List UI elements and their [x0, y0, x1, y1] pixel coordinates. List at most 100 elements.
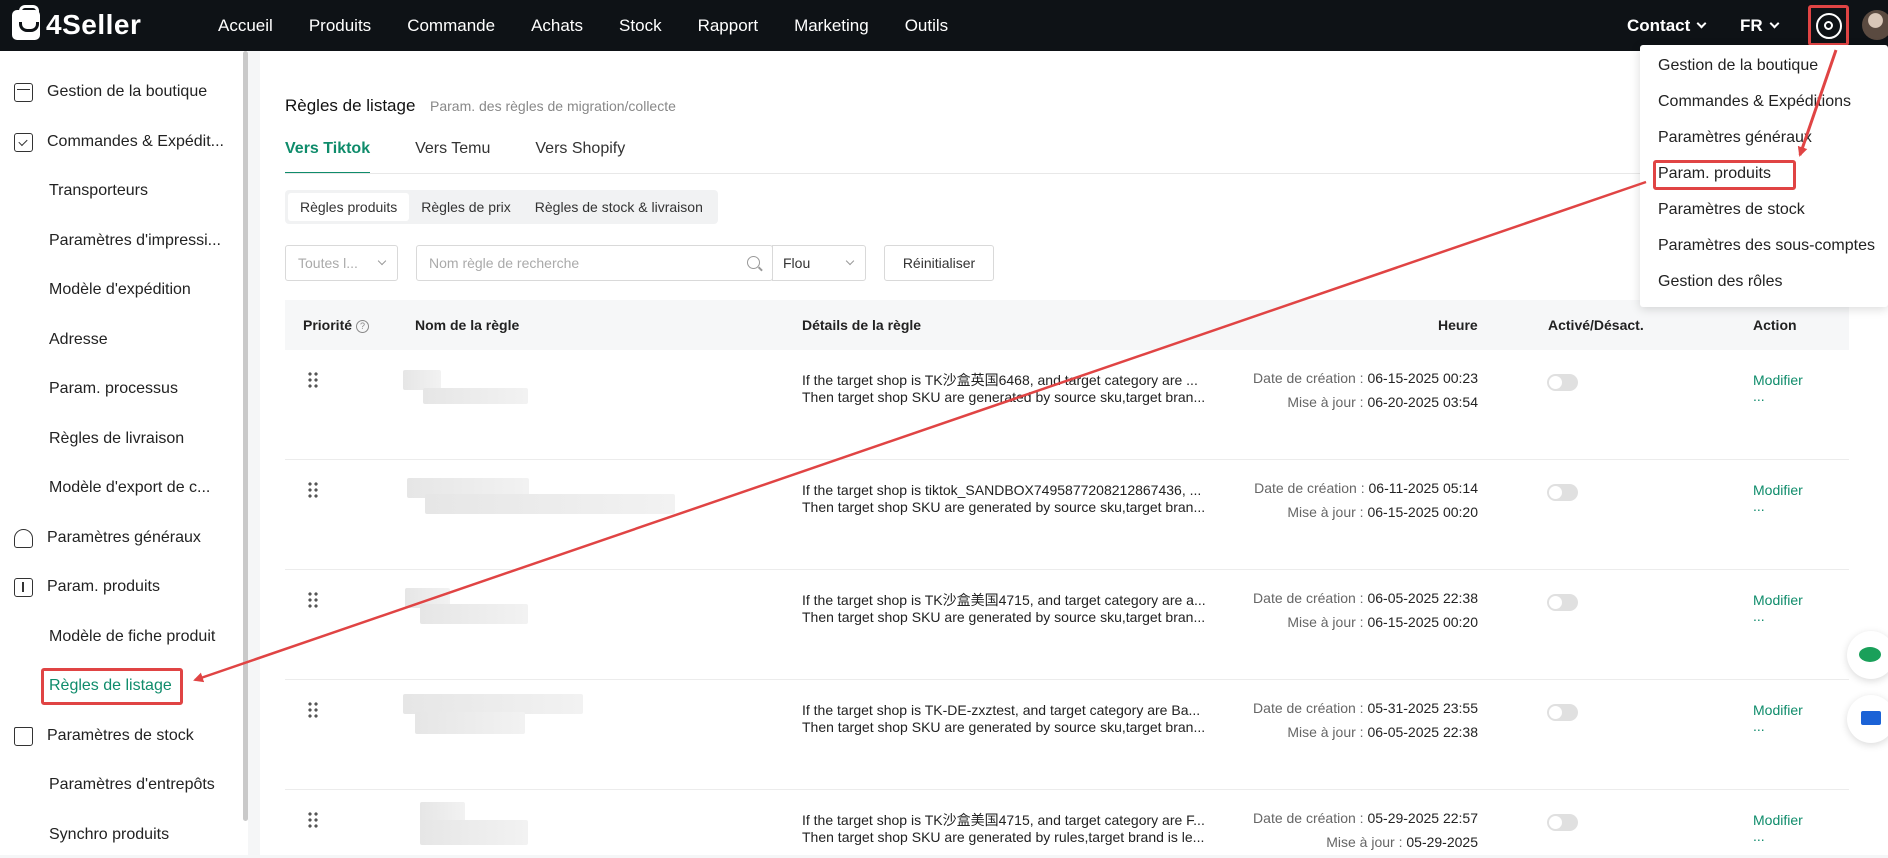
nav-rapport[interactable]: Rapport — [698, 16, 758, 36]
shop-select[interactable]: Toutes l... — [285, 245, 398, 281]
tabs-divider — [285, 173, 1870, 174]
enable-toggle[interactable] — [1547, 704, 1578, 721]
edit-link[interactable]: Modifier — [1753, 592, 1803, 608]
more-actions-link[interactable]: ... — [1753, 718, 1803, 734]
dropdown-item-parametres-stock[interactable]: Paramètres de stock — [1658, 201, 1805, 219]
more-actions-link[interactable]: ... — [1753, 498, 1803, 514]
edit-link[interactable]: Modifier — [1753, 812, 1803, 828]
sidebar-item-modele-expedition[interactable]: Modèle d'expédition — [0, 270, 191, 310]
updated-label: Mise à jour : — [1287, 504, 1364, 520]
sidebar-item-impression[interactable]: Paramètres d'impressi... — [0, 221, 221, 261]
sidebar-item-parametres-stock[interactable]: Paramètres de stock — [0, 716, 194, 756]
enable-toggle[interactable] — [1547, 484, 1578, 501]
drag-handle-icon[interactable] — [308, 592, 320, 610]
sidebar-item-label: Gestion de la boutique — [47, 83, 208, 100]
monitor-icon — [1861, 711, 1881, 725]
updated-date: 06-15-2025 00:20 — [1367, 504, 1478, 520]
sidebar-item-label: Transporteurs — [49, 182, 148, 199]
nav-marketing[interactable]: Marketing — [794, 16, 869, 36]
tab-shopify[interactable]: Vers Shopify — [535, 140, 625, 174]
redacted-rule-name — [403, 694, 583, 714]
sidebar-item-label: Synchro produits — [49, 826, 170, 843]
more-actions-link[interactable]: ... — [1753, 828, 1803, 844]
sidebar-item-processus[interactable]: Param. processus — [0, 369, 178, 409]
nav-accueil[interactable]: Accueil — [218, 16, 273, 36]
nav-achats[interactable]: Achats — [531, 16, 583, 36]
dropdown-item-sous-comptes[interactable]: Paramètres des sous-comptes — [1658, 237, 1875, 255]
sidebar-item-param-produits[interactable]: Param. produits — [0, 567, 160, 607]
sidebar-item-parametres-generaux[interactable]: Paramètres généraux — [0, 518, 201, 558]
video-tutorial-button[interactable] — [1847, 695, 1888, 743]
enable-toggle[interactable] — [1547, 594, 1578, 611]
dropdown-item-commandes[interactable]: Commandes & Expéditions — [1658, 93, 1851, 111]
nav-stock[interactable]: Stock — [619, 16, 662, 36]
dropdown-item-gestion-roles[interactable]: Gestion des rôles — [1658, 273, 1783, 291]
sidebar-item-modele-fiche[interactable]: Modèle de fiche produit — [0, 617, 215, 657]
segment-price-rules[interactable]: Règles de prix — [409, 193, 523, 221]
tab-tiktok[interactable]: Vers Tiktok — [285, 140, 371, 174]
sidebar-item-entrepots[interactable]: Paramètres d'entrepôts — [0, 765, 215, 805]
settings-button[interactable] — [1808, 5, 1849, 46]
created-date: 05-31-2025 23:55 — [1367, 700, 1478, 716]
header-action: Action — [1753, 317, 1797, 333]
header-name: Nom de la règle — [415, 317, 520, 333]
nav-produits[interactable]: Produits — [309, 16, 371, 36]
nav-outils[interactable]: Outils — [905, 16, 948, 36]
contact-menu[interactable]: Contact — [1627, 0, 1707, 51]
sidebar-item-commandes[interactable]: Commandes & Expédit... — [0, 122, 224, 162]
drag-handle-icon[interactable] — [308, 372, 320, 390]
language-label: FR — [1740, 15, 1763, 35]
help-icon[interactable]: ? — [356, 320, 370, 333]
header-enabled: Activé/Désact. — [1548, 317, 1644, 333]
enable-toggle[interactable] — [1547, 374, 1578, 391]
stock-icon — [14, 726, 33, 746]
avatar[interactable] — [1862, 10, 1888, 40]
reset-button[interactable]: Réinitialiser — [884, 245, 994, 281]
redacted-rule-name — [423, 388, 528, 404]
sidebar-item-gestion-boutique[interactable]: Gestion de la boutique — [0, 72, 207, 112]
header-priority-label: Priorité — [303, 317, 353, 333]
rule-time: Date de création : 05-29-2025 22:57 Mise… — [1125, 810, 1478, 858]
sidebar-item-label: Règles de livraison — [49, 430, 185, 447]
general-settings-icon — [14, 528, 33, 548]
drag-handle-icon[interactable] — [308, 702, 320, 720]
segment-product-rules[interactable]: Règles produits — [288, 193, 410, 221]
redacted-rule-name — [403, 370, 441, 390]
drag-handle-icon[interactable] — [308, 812, 320, 830]
table-row: If the target shop is TK沙盒美国4715, and ta… — [285, 570, 1849, 680]
enable-toggle[interactable] — [1547, 814, 1578, 831]
sidebar-item-label: Paramètres généraux — [47, 529, 201, 546]
sidebar-item-synchro[interactable]: Synchro produits — [0, 815, 169, 855]
created-label: Date de création : — [1253, 700, 1364, 716]
sidebar-item-transporteurs[interactable]: Transporteurs — [0, 171, 148, 211]
created-date: 06-11-2025 05:14 — [1368, 480, 1479, 496]
sidebar-item-modele-export[interactable]: Modèle d'export de c... — [0, 468, 210, 508]
dropdown-item-parametres-generaux[interactable]: Paramètres généraux — [1658, 129, 1812, 147]
sidebar-item-regles-livraison[interactable]: Règles de livraison — [0, 419, 184, 459]
sidebar-item-label: Param. produits — [47, 578, 160, 595]
search-icon[interactable] — [747, 256, 760, 269]
sidebar-scrollbar[interactable] — [243, 51, 248, 821]
edit-link[interactable]: Modifier — [1753, 482, 1803, 498]
language-menu[interactable]: FR — [1740, 0, 1780, 51]
edit-link[interactable]: Modifier — [1753, 372, 1803, 388]
created-label: Date de création : — [1253, 370, 1364, 386]
dropdown-item-gestion-boutique[interactable]: Gestion de la boutique — [1658, 57, 1818, 75]
redacted-rule-name — [420, 820, 528, 845]
search-input[interactable]: Nom règle de recherche — [416, 245, 773, 281]
more-actions-link[interactable]: ... — [1753, 388, 1803, 404]
tab-temu[interactable]: Vers Temu — [415, 140, 490, 174]
chat-support-button[interactable] — [1847, 631, 1888, 679]
drag-handle-icon[interactable] — [308, 482, 320, 500]
segment-stock-shipping-rules[interactable]: Règles de stock & livraison — [523, 193, 715, 221]
more-actions-link[interactable]: ... — [1753, 608, 1803, 624]
header-time: Heure — [1438, 317, 1478, 333]
app-logo[interactable]: 4Seller — [12, 5, 141, 43]
nav-commande[interactable]: Commande — [407, 16, 495, 36]
edit-link[interactable]: Modifier — [1753, 702, 1803, 718]
page-subtitle: Param. des règles de migration/collecte — [430, 98, 676, 114]
match-mode-select[interactable]: Flou — [772, 245, 866, 281]
gear-icon — [1815, 12, 1842, 39]
header-priority: Priorité? — [303, 317, 370, 333]
sidebar-item-adresse[interactable]: Adresse — [0, 320, 108, 360]
